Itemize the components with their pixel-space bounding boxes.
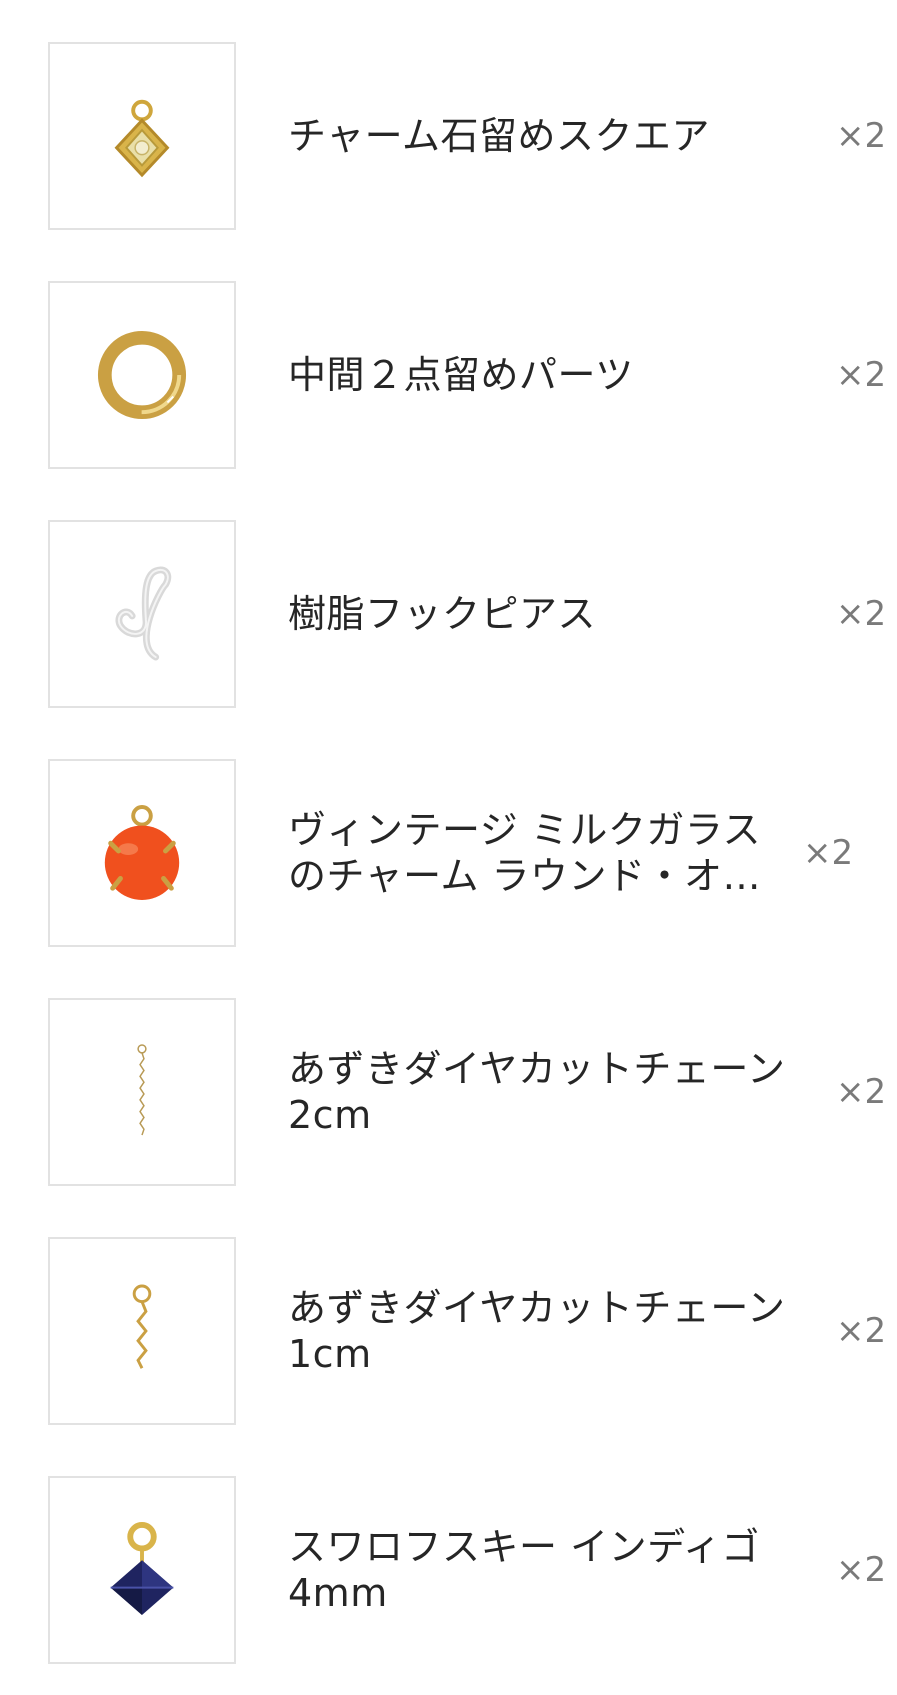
- list-item[interactable]: 中間２点留めパーツ ×2: [0, 281, 897, 473]
- item-thumbnail: [48, 998, 236, 1186]
- item-thumbnail: [48, 42, 236, 230]
- square-stone-charm-icon: [114, 99, 170, 178]
- list-item[interactable]: あずきダイヤカットチェーン 2cm ×2: [0, 998, 897, 1190]
- item-name: スワロフスキー インディゴ 4mm: [288, 1525, 760, 1615]
- item-name: チャーム石留めスクエア: [288, 114, 710, 158]
- item-quantity: ×2: [836, 116, 887, 156]
- item-name: 中間２点留めパーツ: [288, 353, 634, 397]
- orange-round-charm-icon: [104, 805, 180, 900]
- item-thumbnail: [48, 281, 236, 469]
- list-item[interactable]: チャーム石留めスクエア ×2: [0, 42, 897, 234]
- list-item[interactable]: スワロフスキー インディゴ 4mm ×2: [0, 1476, 897, 1668]
- item-quantity: ×2: [836, 1072, 887, 1112]
- chain-2cm-icon: [137, 1044, 147, 1136]
- resin-hook-earring-icon: [115, 566, 172, 661]
- item-quantity: ×2: [836, 1311, 887, 1351]
- gold-jump-ring-icon: [97, 330, 187, 420]
- item-quantity: ×2: [836, 355, 887, 395]
- list-item[interactable]: 樹脂フックピアス ×2: [0, 520, 897, 712]
- item-quantity: ×2: [803, 833, 854, 873]
- list-item[interactable]: あずきダイヤカットチェーン 1cm ×2: [0, 1237, 897, 1429]
- chain-1cm-icon: [132, 1284, 152, 1369]
- item-name: あずきダイヤカットチェーン 2cm: [288, 1047, 786, 1137]
- item-thumbnail: [48, 759, 236, 947]
- item-name: 樹脂フックピアス: [288, 592, 597, 636]
- list-item[interactable]: ヴィンテージ ミルクガラス のチャーム ラウンド・オ… ×2: [0, 759, 897, 951]
- item-thumbnail: [48, 1476, 236, 1664]
- item-thumbnail: [48, 520, 236, 708]
- item-quantity: ×2: [836, 1550, 887, 1590]
- item-name: ヴィンテージ ミルクガラス のチャーム ラウンド・オ…: [288, 808, 762, 898]
- item-quantity: ×2: [836, 594, 887, 634]
- item-name: あずきダイヤカットチェーン 1cm: [288, 1286, 786, 1376]
- indigo-crystal-bead-icon: [110, 1522, 174, 1616]
- item-thumbnail: [48, 1237, 236, 1425]
